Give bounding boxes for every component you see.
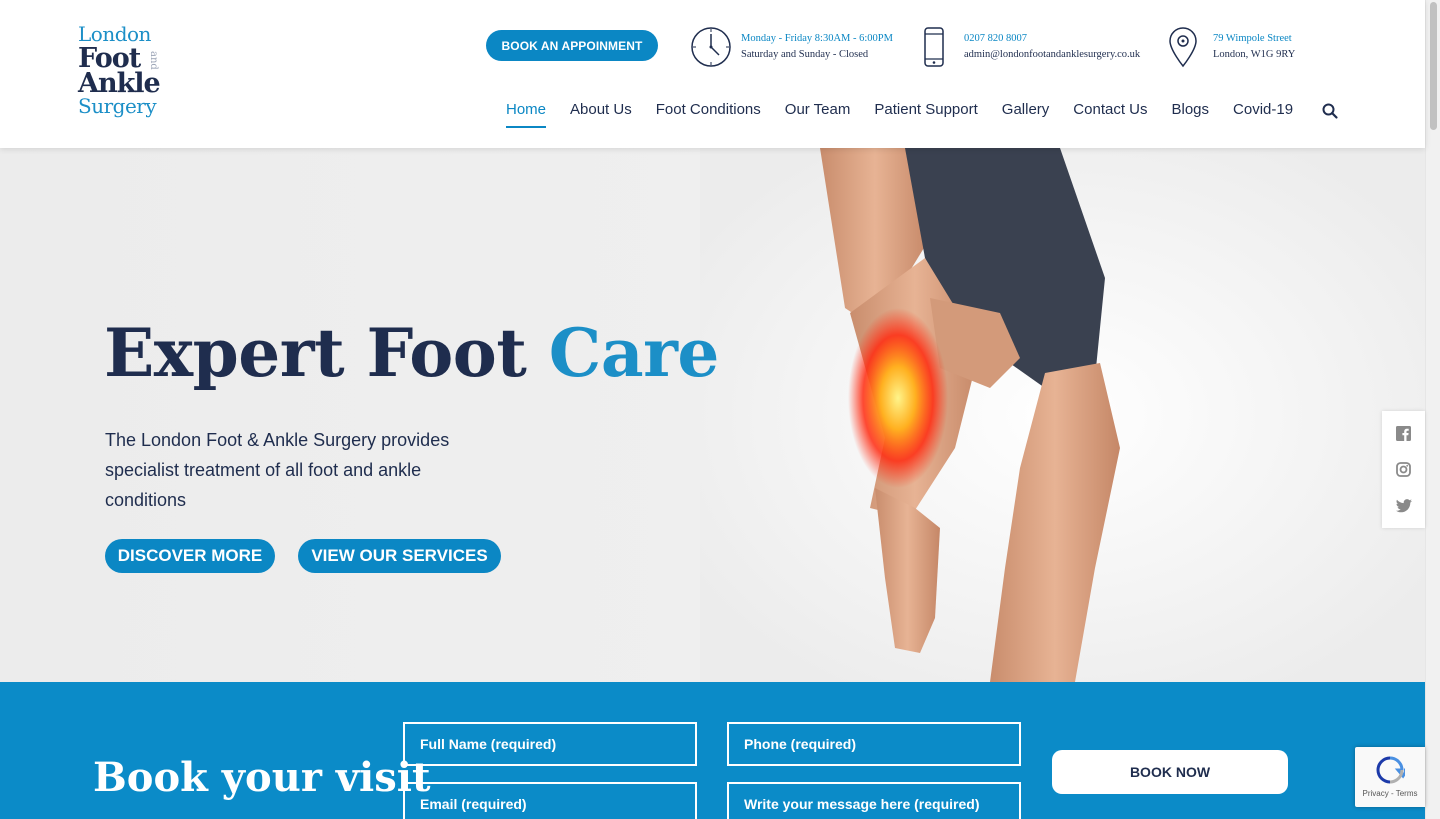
recaptcha-links[interactable]: Privacy - Terms <box>1363 789 1418 798</box>
address-info: 79 Wimpole Street London, W1G 9RY <box>1162 26 1295 68</box>
search-icon[interactable] <box>1321 102 1339 120</box>
hero-title: Expert Foot Care <box>104 314 719 392</box>
instagram-icon[interactable] <box>1396 461 1412 477</box>
nav-item-foot-conditions[interactable]: Foot Conditions <box>656 100 761 130</box>
booking-title: Book your visit <box>93 754 431 801</box>
discover-more-button[interactable]: DISCOVER MORE <box>105 539 275 573</box>
opening-hours: Monday - Friday 8:30AM - 6:00PM Saturday… <box>690 26 893 68</box>
phone-number-link[interactable]: 0207 820 8007 <box>964 31 1140 47</box>
hero-subtitle: The London Foot & Ankle Surgery provides… <box>105 430 450 510</box>
nav-item-home[interactable]: Home <box>506 100 547 130</box>
email-input[interactable]: Email (required) <box>403 782 697 819</box>
hero-title-main: Expert Foot <box>104 314 527 392</box>
hero-banner: Expert Foot Care The London Foot & Ankle… <box>0 148 1425 682</box>
recaptcha-icon <box>1376 756 1405 784</box>
scrollbar-thumb[interactable] <box>1430 2 1437 130</box>
nav-item-blogs[interactable]: Blogs <box>1172 100 1210 130</box>
hero-leg-image <box>700 148 1425 682</box>
book-appointment-button[interactable]: BOOK AN APPOINMENT <box>486 30 658 61</box>
site-header: London Foot Ankle Surgery and BOOK AN AP… <box>0 0 1425 148</box>
hours-weekday: Monday - Friday 8:30AM - 6:00PM <box>741 33 893 44</box>
nav-item-our-team[interactable]: Our Team <box>785 100 851 130</box>
hours-weekend: Saturday and Sunday - Closed <box>741 49 869 60</box>
full-name-input[interactable]: Full Name (required) <box>403 722 697 766</box>
nav-item-about-us[interactable]: About Us <box>570 100 632 130</box>
site-logo[interactable]: London Foot Ankle Surgery and <box>78 24 168 136</box>
booking-section: Book your visit Full Name (required) Pho… <box>0 682 1425 819</box>
social-sidebar <box>1382 411 1425 528</box>
nav-item-patient-support[interactable]: Patient Support <box>874 100 977 130</box>
address-city: London, W1G 9RY <box>1213 49 1296 60</box>
nav-item-covid-19[interactable]: Covid-19 <box>1233 100 1293 130</box>
hero-title-accent: Care <box>548 314 720 392</box>
logo-word-surgery: Surgery <box>78 94 157 118</box>
clock-icon <box>690 26 732 68</box>
contact-info: 0207 820 8007 admin@londonfootandanklesu… <box>913 26 1140 68</box>
view-services-button[interactable]: VIEW OUR SERVICES <box>298 539 501 573</box>
page-scrollbar[interactable] <box>1425 0 1440 819</box>
email-link[interactable]: admin@londonfootandanklesurgery.co.uk <box>964 47 1140 63</box>
phone-input[interactable]: Phone (required) <box>727 722 1021 766</box>
nav-item-gallery[interactable]: Gallery <box>1002 100 1050 130</box>
message-input[interactable]: Write your message here (required) <box>727 782 1021 819</box>
recaptcha-badge[interactable]: Privacy - Terms <box>1355 747 1425 807</box>
logo-word-and: and <box>148 51 159 70</box>
logo-word-ankle: Ankle <box>78 68 161 99</box>
address-street: 79 Wimpole Street <box>1213 33 1292 44</box>
main-nav: Home About Us Foot Conditions Our Team P… <box>506 100 1317 130</box>
mobile-phone-icon <box>913 26 955 68</box>
logo-word-london: London <box>78 22 151 46</box>
twitter-icon[interactable] <box>1395 498 1412 514</box>
book-now-button[interactable]: BOOK NOW <box>1052 750 1288 794</box>
facebook-icon[interactable] <box>1396 425 1412 441</box>
location-pin-icon <box>1162 26 1204 68</box>
nav-item-contact-us[interactable]: Contact Us <box>1073 100 1147 130</box>
